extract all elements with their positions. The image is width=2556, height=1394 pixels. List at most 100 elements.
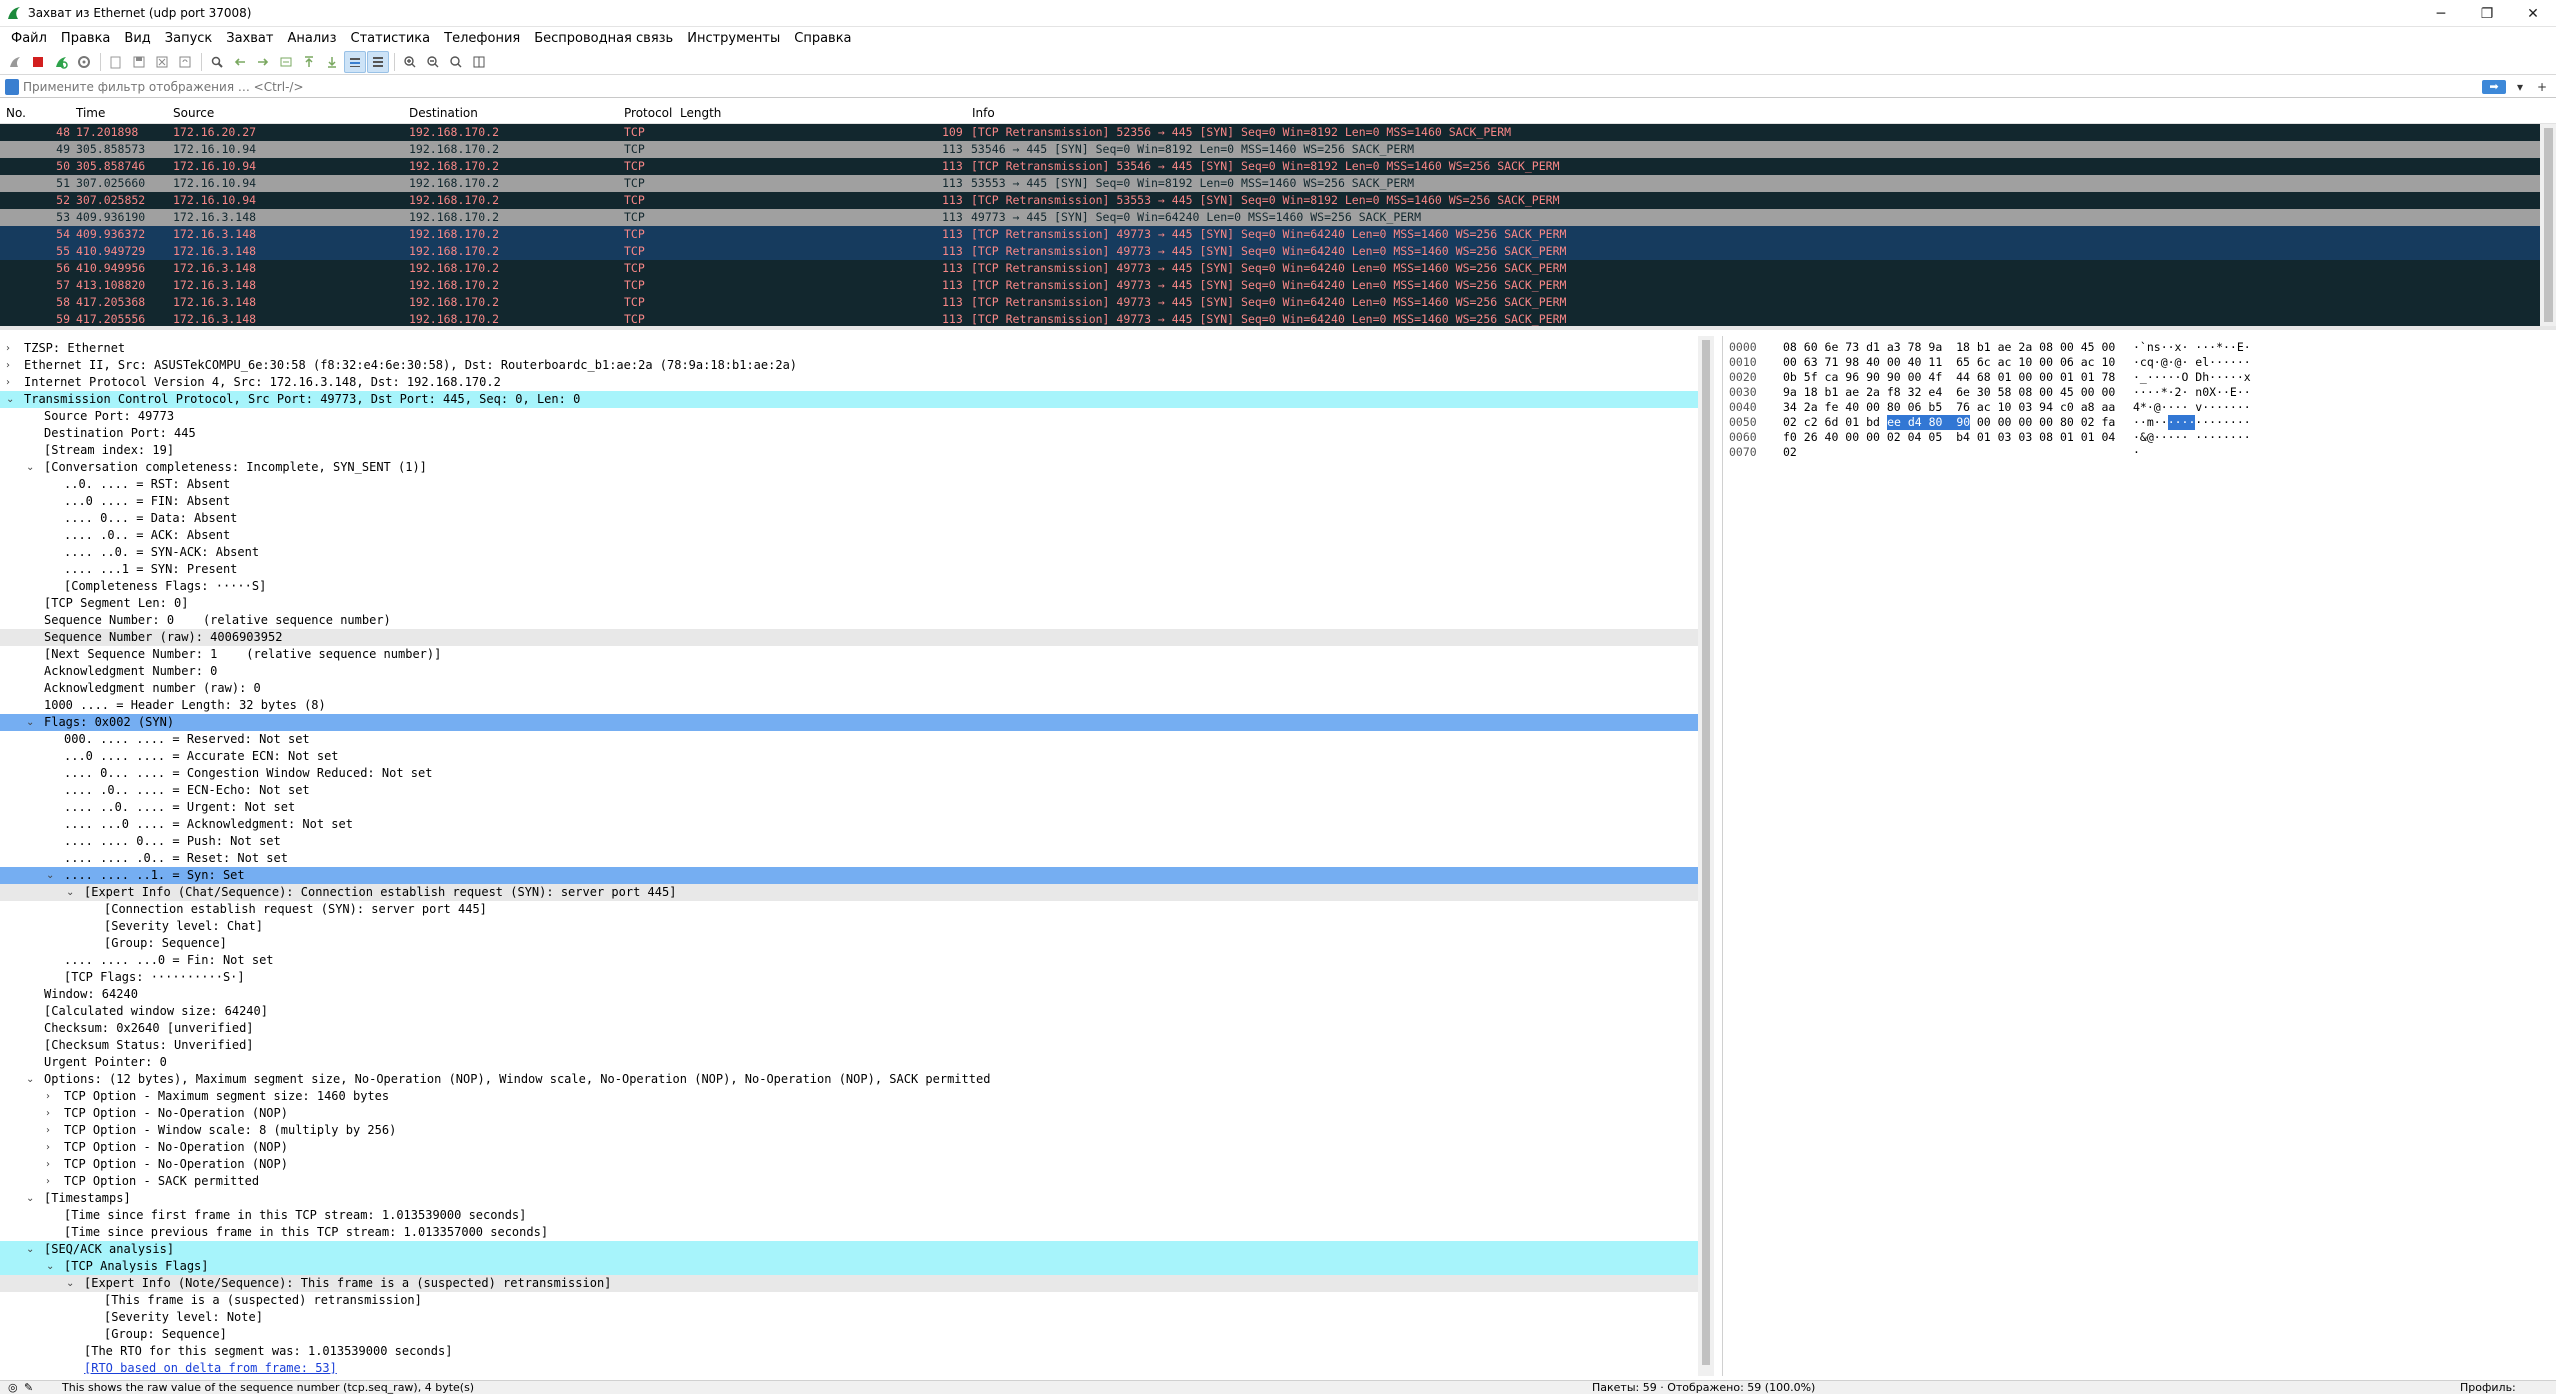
hex-row[interactable]: 0000 08 60 6e 73 d1 a3 78 9a 18 b1 ae 2a … xyxy=(1723,340,2556,355)
menu-item[interactable]: Файл xyxy=(4,31,54,46)
packet-list-scrollbar[interactable] xyxy=(2540,124,2556,326)
hex-row[interactable]: 0070 02 · xyxy=(1723,445,2556,460)
reload-file-icon[interactable] xyxy=(174,51,196,73)
hex-row[interactable]: 0020 0b 5f ca 96 90 90 00 4f 44 68 01 00 … xyxy=(1723,370,2556,385)
menu-item[interactable]: Инструменты xyxy=(680,31,787,46)
tree-item[interactable]: Checksum: 0x2640 [unverified] xyxy=(0,1020,1714,1037)
packet-row[interactable]: 48 17.201898 172.16.20.27 192.168.170.2 TCP 1… xyxy=(0,124,2556,141)
tree-item[interactable]: ..0. .... = RST: Absent xyxy=(0,476,1714,493)
close-file-icon[interactable] xyxy=(151,51,173,73)
tree-item[interactable]: .... .0.. = ACK: Absent xyxy=(0,527,1714,544)
tree-item[interactable]: [Group: Sequence] xyxy=(0,1326,1714,1343)
column-header-source[interactable]: Source xyxy=(173,106,214,120)
tree-item[interactable]: [RTO based on delta from frame: 53] xyxy=(0,1360,1714,1376)
comment-icon[interactable]: ✎ xyxy=(24,1381,33,1394)
tree-item[interactable]: Urgent Pointer: 0 xyxy=(0,1054,1714,1071)
tree-item[interactable]: .... .... ...0 = Fin: Not set xyxy=(0,952,1714,969)
tree-item[interactable]: ⌄ Transmission Control Protocol, Src Port… xyxy=(0,391,1714,408)
tree-item[interactable]: ...0 .... .... = Accurate ECN: Not set xyxy=(0,748,1714,765)
tree-item[interactable]: [Group: Sequence] xyxy=(0,935,1714,952)
tree-item[interactable]: Source Port: 49773 xyxy=(0,408,1714,425)
status-profile[interactable]: Профиль: Default xyxy=(2460,1381,2556,1394)
chevron-down-icon[interactable]: ⌄ xyxy=(6,391,14,408)
tree-item[interactable]: › TCP Option - No-Operation (NOP) xyxy=(0,1139,1714,1156)
tree-item[interactable]: [TCP Segment Len: 0] xyxy=(0,595,1714,612)
chevron-down-icon[interactable]: ⌄ xyxy=(46,1258,54,1275)
packet-row[interactable]: 57 413.108820 172.16.3.148 192.168.170.2 TCP… xyxy=(0,277,2556,294)
packet-row[interactable]: 54 409.936372 172.16.3.148 192.168.170.2 TCP… xyxy=(0,226,2556,243)
packet-row[interactable]: 50 305.858746 172.16.10.94 192.168.170.2 TCP… xyxy=(0,158,2556,175)
chevron-right-icon[interactable]: › xyxy=(6,374,10,391)
tree-item[interactable]: .... ..0. .... = Urgent: Not set xyxy=(0,799,1714,816)
tree-item[interactable]: [Completeness Flags: ·····S] xyxy=(0,578,1714,595)
hex-row[interactable]: 0060 f0 26 40 00 00 02 04 05 b4 01 03 03 … xyxy=(1723,430,2556,445)
tree-item[interactable]: [Time since first frame in this TCP stre… xyxy=(0,1207,1714,1224)
first-packet-icon[interactable] xyxy=(298,51,320,73)
column-header-time[interactable]: Time xyxy=(76,106,105,120)
hex-row[interactable]: 0040 34 2a fe 40 00 80 06 b5 76 ac 10 03 … xyxy=(1723,400,2556,415)
filter-bookmark-icon[interactable] xyxy=(5,78,19,95)
tree-item[interactable]: ...0 .... = FIN: Absent xyxy=(0,493,1714,510)
chevron-down-icon[interactable]: ⌄ xyxy=(66,1275,74,1292)
tree-item[interactable]: [Next Sequence Number: 1 (relative seque… xyxy=(0,646,1714,663)
restore-button[interactable]: ❐ xyxy=(2464,0,2510,27)
tree-item[interactable]: › TCP Option - No-Operation (NOP) xyxy=(0,1105,1714,1122)
zoom-reset-icon[interactable] xyxy=(445,51,467,73)
tree-item[interactable]: ⌄ .... .... ..1. = Syn: Set xyxy=(0,867,1714,884)
go-to-packet-icon[interactable] xyxy=(275,51,297,73)
zoom-out-icon[interactable] xyxy=(422,51,444,73)
last-packet-icon[interactable] xyxy=(321,51,343,73)
tree-item[interactable]: ⌄ [Timestamps] xyxy=(0,1190,1714,1207)
save-file-icon[interactable] xyxy=(128,51,150,73)
display-filter-input[interactable] xyxy=(23,76,2482,97)
column-header-destination[interactable]: Destination xyxy=(409,106,478,120)
packet-row[interactable]: 55 410.949729 172.16.3.148 192.168.170.2 TCP… xyxy=(0,243,2556,260)
menu-item[interactable]: Запуск xyxy=(158,31,220,46)
tree-item[interactable]: [Severity level: Chat] xyxy=(0,918,1714,935)
tree-item[interactable]: › Ethernet II, Src: ASUSTekCOMPU_6e:30:58… xyxy=(0,357,1714,374)
packet-row[interactable]: 59 417.205556 172.16.3.148 192.168.170.2 TCP… xyxy=(0,311,2556,326)
packet-row[interactable]: 52 307.025852 172.16.10.94 192.168.170.2 TCP… xyxy=(0,192,2556,209)
tree-item[interactable]: › TZSP: Ethernet xyxy=(0,340,1714,357)
tree-item[interactable]: › TCP Option - Maximum segment size: 1460… xyxy=(0,1088,1714,1105)
stop-capture-icon[interactable] xyxy=(27,51,49,73)
tree-item[interactable]: [The RTO for this segment was: 1.0135390… xyxy=(0,1343,1714,1360)
hex-row[interactable]: 0030 9a 18 b1 ae 2a f8 32 e4 6e 30 58 08 … xyxy=(1723,385,2556,400)
tree-item[interactable]: ⌄ [TCP Analysis Flags] xyxy=(0,1258,1714,1275)
tree-item[interactable]: ⌄ [Expert Info (Chat/Sequence): Connectio… xyxy=(0,884,1714,901)
packet-row[interactable]: 56 410.949956 172.16.3.148 192.168.170.2 TCP… xyxy=(0,260,2556,277)
menu-item[interactable]: Беспроводная связь xyxy=(527,31,680,46)
packet-row[interactable]: 58 417.205368 172.16.3.148 192.168.170.2 TCP… xyxy=(0,294,2556,311)
tree-item[interactable]: [Checksum Status: Unverified] xyxy=(0,1037,1714,1054)
column-header-no[interactable]: No. xyxy=(6,106,26,120)
chevron-right-icon[interactable]: › xyxy=(46,1088,50,1105)
packet-row[interactable]: 53 409.936190 172.16.3.148 192.168.170.2 TCP… xyxy=(0,209,2556,226)
details-scrollbar[interactable] xyxy=(1698,336,1714,1376)
menu-item[interactable]: Вид xyxy=(117,31,157,46)
autoscroll-icon[interactable] xyxy=(344,50,366,73)
chevron-right-icon[interactable]: › xyxy=(46,1173,50,1190)
column-header-length[interactable]: Length xyxy=(680,106,721,120)
tree-item[interactable]: Sequence Number (raw): 4006903952 xyxy=(0,629,1714,646)
tree-item[interactable]: .... 0... = Data: Absent xyxy=(0,510,1714,527)
tree-item[interactable]: ⌄ [SEQ/ACK analysis] xyxy=(0,1241,1714,1258)
chevron-down-icon[interactable]: ⌄ xyxy=(26,459,34,476)
go-back-icon[interactable] xyxy=(229,51,251,73)
scrollbar-thumb[interactable] xyxy=(2544,128,2553,322)
menu-item[interactable]: Анализ xyxy=(280,31,343,46)
restart-capture-icon[interactable] xyxy=(50,51,72,73)
start-capture-icon[interactable] xyxy=(4,51,26,73)
tree-item[interactable]: ⌄ [Conversation completeness: Incomplete,… xyxy=(0,459,1714,476)
chevron-down-icon[interactable]: ⌄ xyxy=(26,714,34,731)
column-header-info[interactable]: Info xyxy=(972,106,995,120)
column-header-protocol[interactable]: Protocol xyxy=(624,106,672,120)
expert-info-icon[interactable]: ◎ xyxy=(8,1381,18,1394)
tree-item[interactable]: › Internet Protocol Version 4, Src: 172.1… xyxy=(0,374,1714,391)
tree-item[interactable]: .... ...1 = SYN: Present xyxy=(0,561,1714,578)
tree-item[interactable]: [Severity level: Note] xyxy=(0,1309,1714,1326)
tree-item[interactable]: 1000 .... = Header Length: 32 bytes (8) xyxy=(0,697,1714,714)
zoom-in-icon[interactable] xyxy=(399,51,421,73)
close-button[interactable]: ✕ xyxy=(2510,0,2556,27)
chevron-right-icon[interactable]: › xyxy=(46,1139,50,1156)
tree-item[interactable]: [Stream index: 19] xyxy=(0,442,1714,459)
